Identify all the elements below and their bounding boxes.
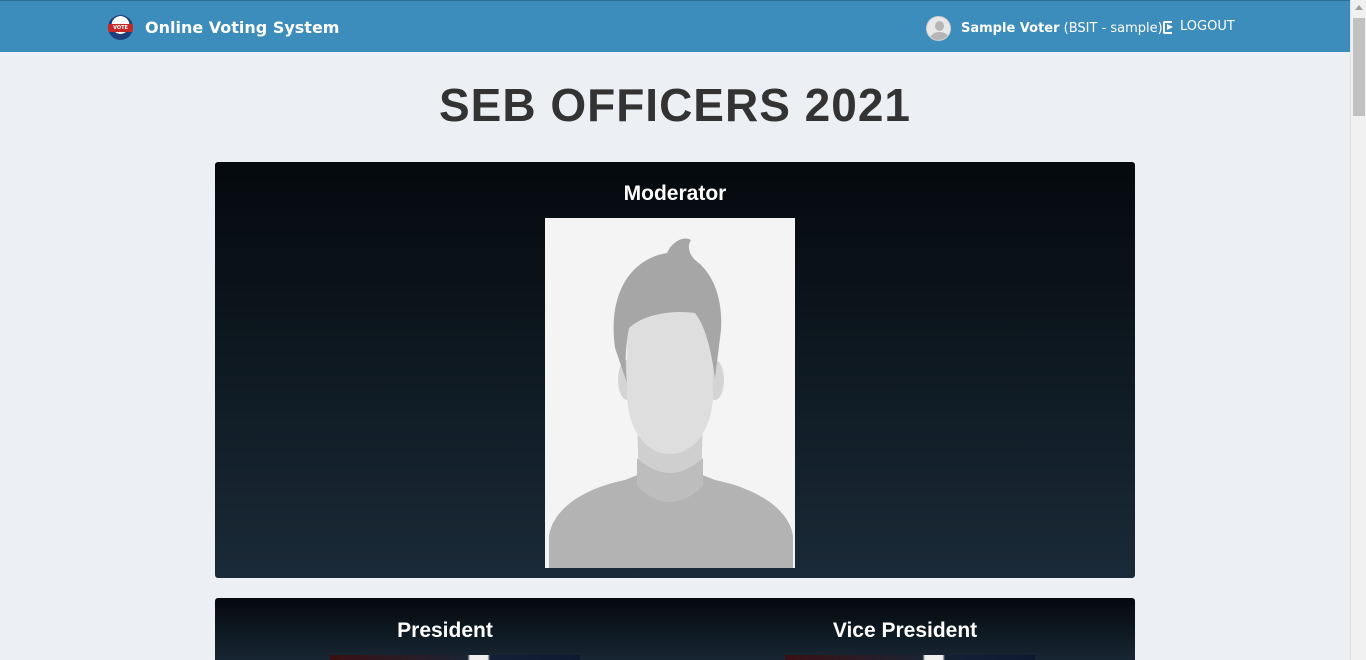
user-avatar-icon (926, 15, 951, 41)
logout-button[interactable]: LOGOUT (1163, 19, 1235, 34)
brand-link[interactable]: VOTE Online Voting System (108, 14, 339, 40)
page-title: SEB OFFICERS 2021 (438, 79, 912, 131)
sign-out-icon (1163, 21, 1175, 34)
default-person-silhouette-icon (545, 218, 795, 568)
candidate-photo-placeholder[interactable] (545, 218, 795, 568)
page-scrollbar[interactable] (1350, 0, 1366, 660)
user-name: Sample Voter (961, 20, 1060, 36)
vote-logo-icon: VOTE (108, 14, 133, 40)
brand-title: Online Voting System (145, 17, 340, 37)
vote-logo-text: VOTE (108, 23, 133, 32)
logout-label: LOGOUT (1180, 19, 1235, 34)
top-navbar: VOTE Online Voting System Sample Voter (… (0, 0, 1350, 52)
position-title-vice-president: Vice President (832, 619, 978, 642)
user-menu[interactable]: Sample Voter (BSIT - sample) (926, 15, 1163, 41)
scroll-up-arrow-icon[interactable] (1355, 5, 1363, 10)
scroll-thumb[interactable] (1353, 18, 1365, 116)
position-box-moderator: Moderator (215, 162, 1135, 578)
candidate-photo-vice-president[interactable] (785, 655, 1035, 660)
candidate-photo-president[interactable] (330, 655, 580, 660)
position-box-officers: President Vice President (215, 598, 1135, 660)
user-detail: (BSIT - sample) (1063, 20, 1163, 36)
position-title-moderator: Moderator (623, 182, 727, 205)
position-title-president: President (397, 619, 493, 642)
